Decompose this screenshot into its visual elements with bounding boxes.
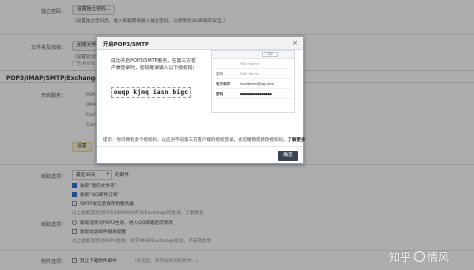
dialog-header: 开启POP3/SMTP × [97,37,303,50]
confirm-button[interactable]: 确定 [278,151,298,161]
illustration-tag: QQ [262,52,278,57]
illustration-row-key: 电子邮件 [216,82,231,86]
illustration-row: 电子邮件 mailteam@qq.com [216,81,292,89]
illustration-header: QQ [212,51,294,59]
dialog-tip: 提示：你可拥有多个授权码，以应对不同第三方客户端的授权登录，也可撤销或修改授权码… [103,137,306,143]
illustration-row: 密码 Mail Name [216,71,292,79]
at-icon [414,251,425,262]
watermark-left: 知乎 [389,251,411,264]
illustration-row-value: Mail Name [240,72,260,76]
authorization-code[interactable]: owqp kjmq iasn bigc [111,87,191,98]
illustration-password-dots: ●●●●●●●●●●●●●●●● [240,92,272,96]
illustration-row-value: mailteam@qq.com [240,82,274,86]
learn-more-link[interactable]: 了解更多 [288,138,306,143]
illustration-row: Mail Name [216,61,292,69]
close-icon[interactable]: × [292,39,298,47]
illustration-row-key: 密码 [216,92,224,96]
zhihu-watermark: 知乎 情风 [389,249,449,265]
dialog-title: 开启POP3/SMTP [103,42,149,48]
watermark-right: 情风 [427,251,449,264]
dialog-instruction: 成功开启POP3/SMTP服务，在第三方客户端登录时，密码框请输入以下授权码： [111,59,198,71]
dialog-footer-divider [97,146,303,147]
illustration-row-value: Mail Name [240,62,260,66]
illustration-row-key: 密码 [216,72,224,76]
client-login-illustration: QQ Mail Name 密码 Mail Name 电子邮件 mailteam@… [211,50,295,113]
pop3-smtp-dialog: 开启POP3/SMTP × 成功开启POP3/SMTP服务，在第三方客户端登录时… [96,36,306,164]
illustration-row: 密码 ●●●●●●●●●●●●●●●● [216,91,292,99]
dialog-tip-text: 提示：你可拥有多个授权码，以应对不同第三方客户端的授权登录，也可撤销或修改授权码… [103,138,288,143]
